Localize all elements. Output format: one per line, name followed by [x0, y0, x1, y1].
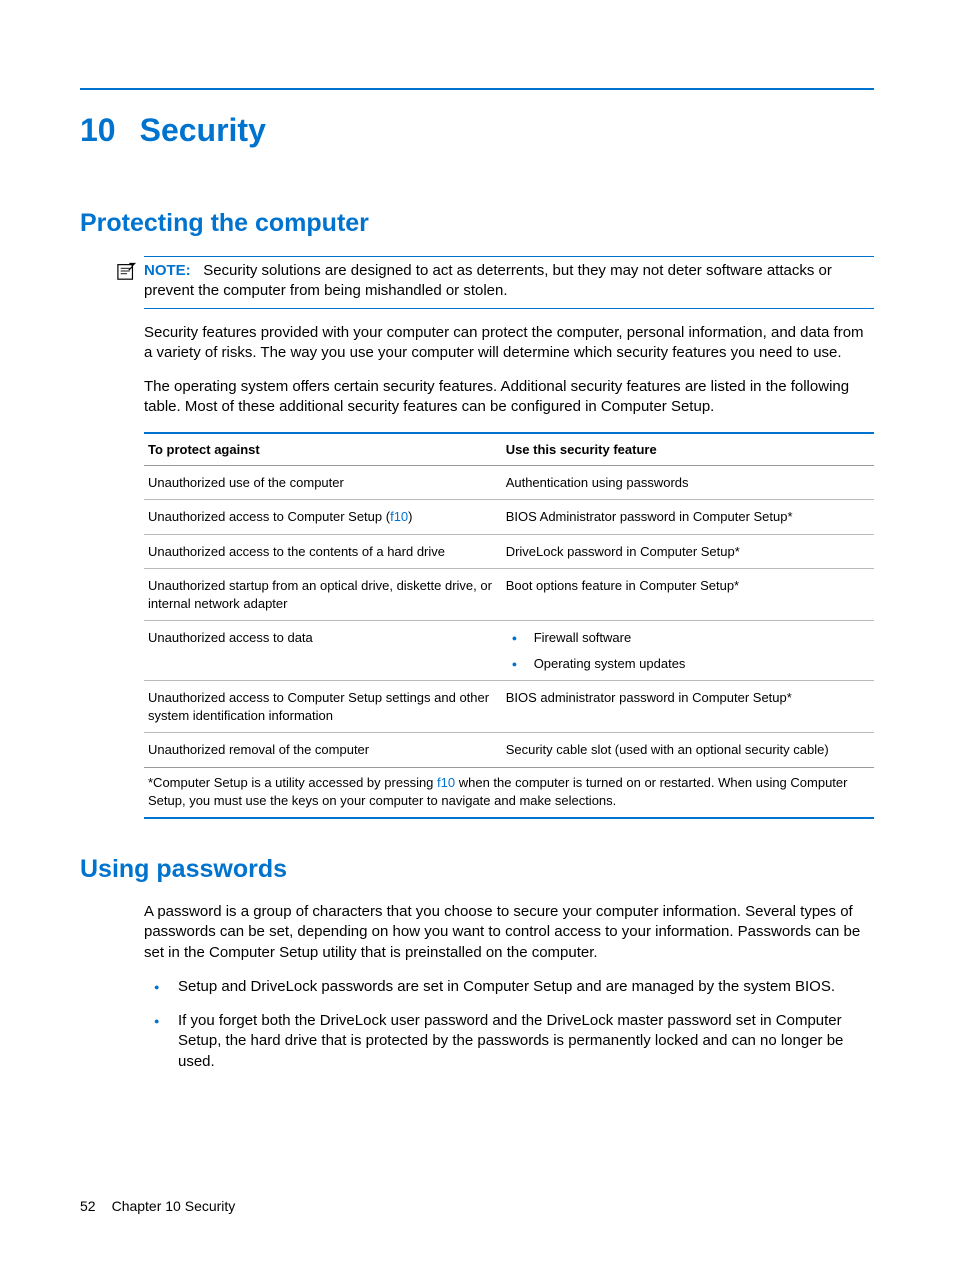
table-footnote: *Computer Setup is a utility accessed by…	[144, 768, 874, 819]
note-box: NOTE: Security solutions are designed to…	[144, 256, 874, 309]
table-cell: Unauthorized access to the contents of a…	[144, 534, 502, 569]
section-passwords-title: Using passwords	[80, 855, 874, 884]
table-row: Unauthorized startup from an optical dri…	[144, 569, 874, 621]
page-footer: 52 Chapter 10 Security	[80, 1198, 235, 1214]
f10-link[interactable]: f10	[437, 775, 455, 790]
table-cell: BIOS Administrator password in Computer …	[502, 500, 874, 535]
table-cell: Security cable slot (used with an option…	[502, 733, 874, 768]
table-cell: Unauthorized access to data	[144, 621, 502, 681]
table-cell: Firewall software Operating system updat…	[502, 621, 874, 681]
table-cell: Unauthorized access to Computer Setup (f…	[144, 500, 502, 535]
table-header-left: To protect against	[144, 433, 502, 466]
list-item: Operating system updates	[506, 655, 870, 673]
table-row: Unauthorized removal of the computer Sec…	[144, 733, 874, 768]
security-table: To protect against Use this security fea…	[144, 432, 874, 768]
table-cell: Authentication using passwords	[502, 465, 874, 500]
f10-link[interactable]: f10	[390, 509, 408, 524]
table-cell: Unauthorized use of the computer	[144, 465, 502, 500]
table-cell: Unauthorized removal of the computer	[144, 733, 502, 768]
protecting-para-2: The operating system offers certain secu…	[144, 377, 874, 418]
protecting-para-1: Security features provided with your com…	[144, 323, 874, 364]
list-item: Setup and DriveLock passwords are set in…	[144, 977, 874, 997]
note-content: NOTE: Security solutions are designed to…	[144, 262, 832, 299]
page-number: 52	[80, 1198, 96, 1214]
passwords-para-1: A password is a group of characters that…	[144, 902, 874, 963]
table-cell: Unauthorized access to Computer Setup se…	[144, 681, 502, 733]
chapter-number: 10	[80, 112, 116, 148]
table-row: Unauthorized use of the computer Authent…	[144, 465, 874, 500]
table-cell: Boot options feature in Computer Setup*	[502, 569, 874, 621]
note-text: Security solutions are designed to act a…	[144, 262, 832, 299]
top-rule	[80, 88, 874, 90]
table-row: Unauthorized access to the contents of a…	[144, 534, 874, 569]
list-item: Firewall software	[506, 629, 870, 647]
table-cell: BIOS administrator password in Computer …	[502, 681, 874, 733]
section-protecting-title: Protecting the computer	[80, 209, 874, 238]
chapter-name: Security	[140, 112, 266, 148]
note-icon	[116, 261, 138, 281]
table-row: Unauthorized access to Computer Setup se…	[144, 681, 874, 733]
table-cell: DriveLock password in Computer Setup*	[502, 534, 874, 569]
passwords-bullets: Setup and DriveLock passwords are set in…	[144, 977, 874, 1072]
note-label: NOTE:	[144, 262, 191, 279]
table-cell: Unauthorized startup from an optical dri…	[144, 569, 502, 621]
table-row: Unauthorized access to data Firewall sof…	[144, 621, 874, 681]
table-row: Unauthorized access to Computer Setup (f…	[144, 500, 874, 535]
table-header-right: Use this security feature	[502, 433, 874, 466]
list-item: If you forget both the DriveLock user pa…	[144, 1011, 874, 1072]
chapter-title: 10 Security	[80, 112, 874, 149]
footer-label: Chapter 10 Security	[112, 1198, 236, 1214]
